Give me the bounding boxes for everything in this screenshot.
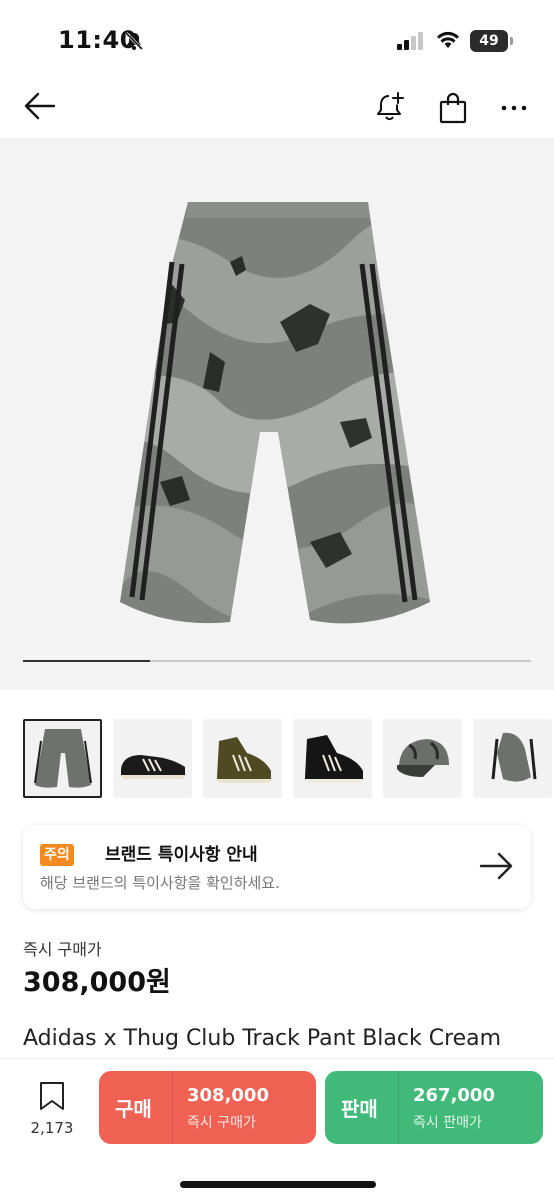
sell-button[interactable]: 판매 267,000 즉시 판매가 [325, 1071, 543, 1144]
thumbnail-pants[interactable] [23, 719, 102, 798]
more-options-icon[interactable] [500, 94, 528, 126]
home-indicator [180, 1181, 376, 1188]
sell-button-sublabel: 즉시 판매가 [413, 1115, 482, 1131]
thumbnail-shoe-superstar[interactable] [113, 719, 192, 798]
battery-indicator: 49 [470, 30, 513, 52]
wishlist-count: 2,173 [30, 1119, 74, 1137]
thumbnail-cap[interactable] [383, 719, 462, 798]
notice-subtitle: 해당 브랜드의 특이사항을 확인하세요. [40, 874, 280, 892]
buy-button-amount: 308,000 [187, 1085, 269, 1106]
buy-button-divider [172, 1071, 173, 1144]
product-name: Adidas x Thug Club Track Pant Black Crea… [23, 1026, 502, 1051]
thumbnail-shoe-camo[interactable] [203, 719, 282, 798]
top-navigation [0, 80, 554, 136]
wishlist-button[interactable]: 2,173 [29, 1081, 75, 1137]
arrow-right-icon[interactable] [479, 851, 515, 885]
buy-button-sublabel: 즉시 구매가 [187, 1115, 256, 1131]
thumbnail-strip[interactable] [23, 719, 554, 799]
shopping-bag-icon[interactable] [438, 92, 468, 128]
bell-off-icon [124, 31, 144, 55]
notification-add-icon[interactable] [374, 90, 408, 128]
sell-button-amount: 267,000 [413, 1085, 495, 1106]
wifi-icon [436, 30, 460, 54]
sell-button-label: 판매 [341, 1097, 378, 1121]
bookmark-icon [40, 1082, 64, 1110]
carousel-progress-track [23, 660, 531, 662]
notice-title: 브랜드 특이사항 안내 [105, 845, 258, 865]
status-bar: 11:40 49 [0, 0, 554, 80]
carousel-progress-fill [23, 660, 150, 662]
sell-button-divider [398, 1071, 399, 1144]
instant-buy-price-label: 즉시 구매가 [23, 940, 102, 959]
cellular-signal-icon [397, 32, 425, 54]
instant-buy-price: 308,000원 [23, 967, 171, 998]
buy-button[interactable]: 구매 308,000 즉시 구매가 [99, 1071, 316, 1144]
warning-badge: 주의 [40, 844, 74, 866]
product-image-carousel[interactable] [0, 138, 554, 690]
product-image-pants [120, 202, 430, 624]
bottom-action-bar: 2,173 구매 308,000 즉시 구매가 판매 267,000 즉시 판매… [0, 1058, 554, 1200]
buy-button-label: 구매 [115, 1097, 152, 1121]
thumbnail-bag[interactable] [473, 719, 552, 798]
brand-notice-card[interactable]: 주의 브랜드 특이사항 안내 해당 브랜드의 특이사항을 확인하세요. [23, 825, 531, 909]
back-arrow-icon[interactable] [24, 92, 56, 124]
thumbnail-shoe-black[interactable] [293, 719, 372, 798]
